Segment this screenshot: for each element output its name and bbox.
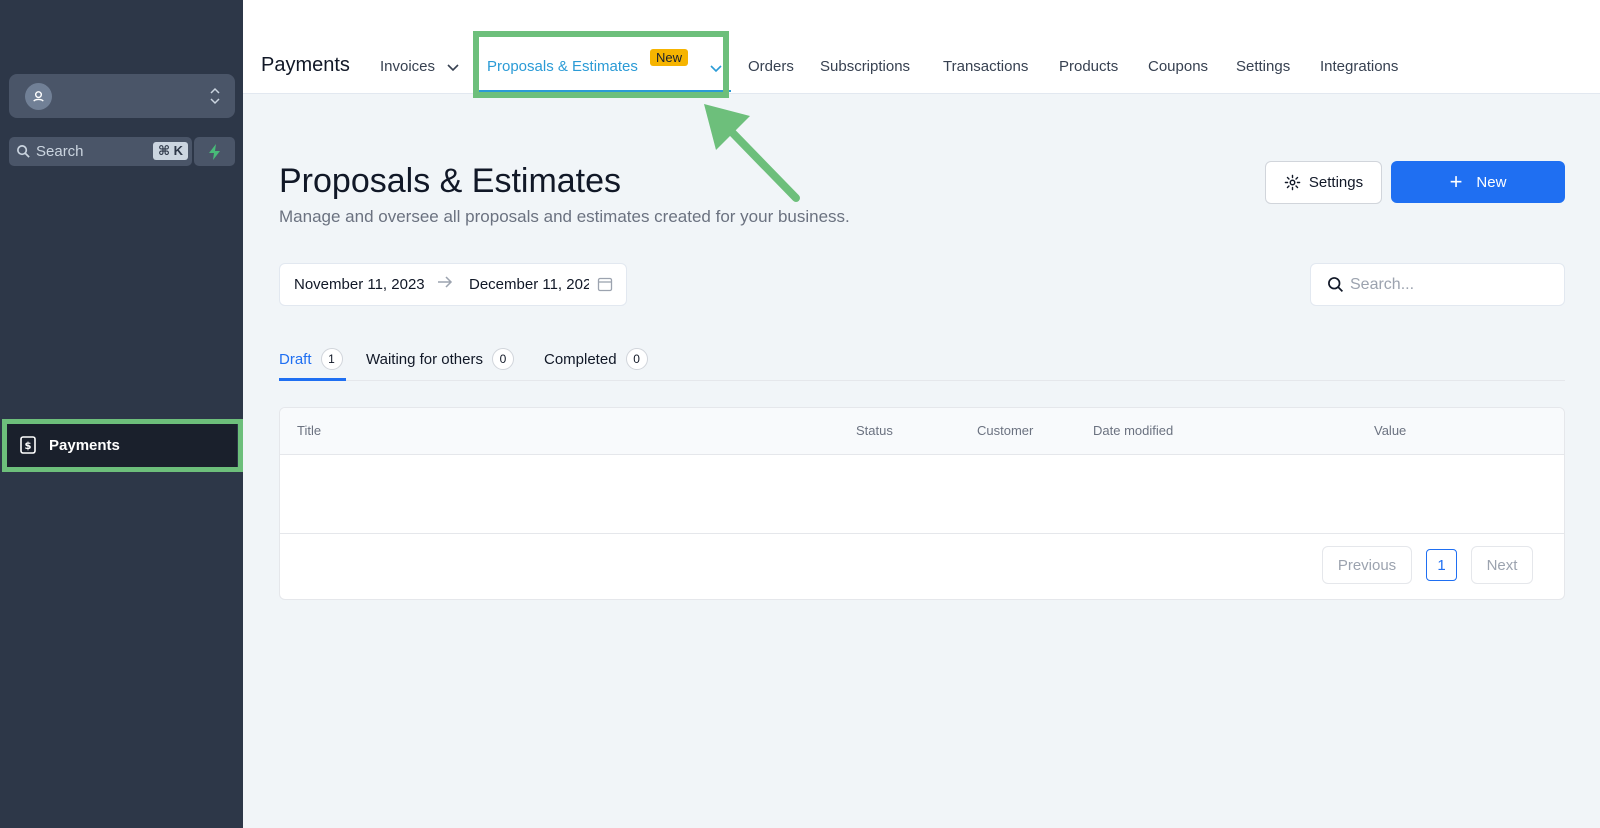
column-header-value[interactable]: Value bbox=[1374, 423, 1406, 438]
page-number-button[interactable]: 1 bbox=[1426, 549, 1457, 581]
column-header-customer[interactable]: Customer bbox=[977, 423, 1033, 438]
chevron-up-down-icon bbox=[209, 85, 221, 112]
proposals-table: Title Status Customer Date modified Valu… bbox=[279, 407, 1565, 600]
gear-icon bbox=[1284, 174, 1301, 191]
next-page-button[interactable]: Next bbox=[1471, 546, 1533, 584]
tab-orders[interactable]: Orders bbox=[748, 58, 794, 75]
chevron-down-icon bbox=[447, 59, 459, 76]
tab-label: Completed bbox=[544, 350, 617, 368]
sidebar-search-label: Search bbox=[36, 143, 84, 160]
account-avatar-icon bbox=[25, 82, 52, 110]
date-end[interactable]: December 11, 2023 bbox=[469, 276, 589, 293]
tab-products[interactable]: Products bbox=[1059, 58, 1118, 75]
search-field[interactable] bbox=[1310, 263, 1565, 306]
search-icon bbox=[1327, 276, 1344, 293]
account-switcher[interactable] bbox=[9, 74, 235, 118]
new-button[interactable]: + New bbox=[1391, 161, 1565, 203]
tab-label: Invoices bbox=[380, 58, 436, 75]
column-header-title[interactable]: Title bbox=[297, 423, 321, 438]
sidebar-search[interactable]: Search ⌘ K bbox=[9, 137, 192, 166]
tab-draft[interactable]: Draft 1 bbox=[279, 348, 343, 370]
tab-completed[interactable]: Completed 0 bbox=[544, 348, 648, 370]
tab-integrations[interactable]: Integrations bbox=[1320, 58, 1398, 75]
column-header-date-modified[interactable]: Date modified bbox=[1093, 423, 1173, 438]
count-badge: 0 bbox=[492, 348, 514, 370]
tab-waiting-for-others[interactable]: Waiting for others 0 bbox=[366, 348, 514, 370]
annotation-arrow-icon bbox=[704, 104, 800, 202]
date-start[interactable]: November 11, 2023 bbox=[294, 276, 424, 293]
quick-actions-button[interactable] bbox=[194, 137, 235, 166]
status-tabs: Draft 1 Waiting for others 0 Completed 0 bbox=[279, 343, 1565, 381]
column-header-status[interactable]: Status bbox=[856, 423, 893, 438]
tab-coupons[interactable]: Coupons bbox=[1148, 58, 1208, 75]
top-navigation: Payments Invoices Proposals & Estimates … bbox=[243, 0, 1600, 94]
tab-label: Draft bbox=[279, 350, 312, 368]
page-title: Proposals & Estimates bbox=[279, 162, 622, 200]
search-input[interactable] bbox=[1350, 275, 1550, 294]
highlight-box-sidebar bbox=[2, 419, 243, 472]
keyboard-shortcut: ⌘ K bbox=[152, 142, 188, 160]
arrow-right-icon bbox=[437, 275, 453, 293]
plus-icon: + bbox=[1449, 169, 1463, 194]
count-badge: 1 bbox=[320, 348, 343, 370]
app-title: Payments bbox=[261, 54, 350, 76]
tab-invoices[interactable]: Invoices bbox=[380, 58, 459, 76]
calendar-icon bbox=[597, 276, 613, 296]
settings-button-label: Settings bbox=[1308, 174, 1364, 191]
active-subtab-underline bbox=[279, 378, 346, 381]
table-header: Title Status Customer Date modified Valu… bbox=[280, 408, 1564, 455]
date-range-picker[interactable]: November 11, 2023 December 11, 2023 bbox=[279, 263, 627, 306]
new-button-label: New bbox=[1476, 173, 1507, 191]
tab-transactions[interactable]: Transactions bbox=[943, 58, 1028, 75]
sidebar: Search ⌘ K $ Payments bbox=[0, 0, 243, 828]
tab-settings[interactable]: Settings bbox=[1236, 58, 1290, 75]
previous-page-button[interactable]: Previous bbox=[1322, 546, 1412, 584]
tab-subscriptions[interactable]: Subscriptions bbox=[820, 58, 910, 75]
highlight-box-tab bbox=[473, 31, 729, 98]
page-subtitle: Manage and oversee all proposals and est… bbox=[279, 207, 850, 226]
divider bbox=[280, 533, 1564, 534]
search-icon bbox=[16, 144, 31, 159]
lightning-bolt-icon bbox=[208, 143, 222, 160]
count-badge: 0 bbox=[625, 348, 648, 370]
tab-label: Waiting for others bbox=[366, 350, 483, 368]
settings-button[interactable]: Settings bbox=[1265, 161, 1382, 204]
